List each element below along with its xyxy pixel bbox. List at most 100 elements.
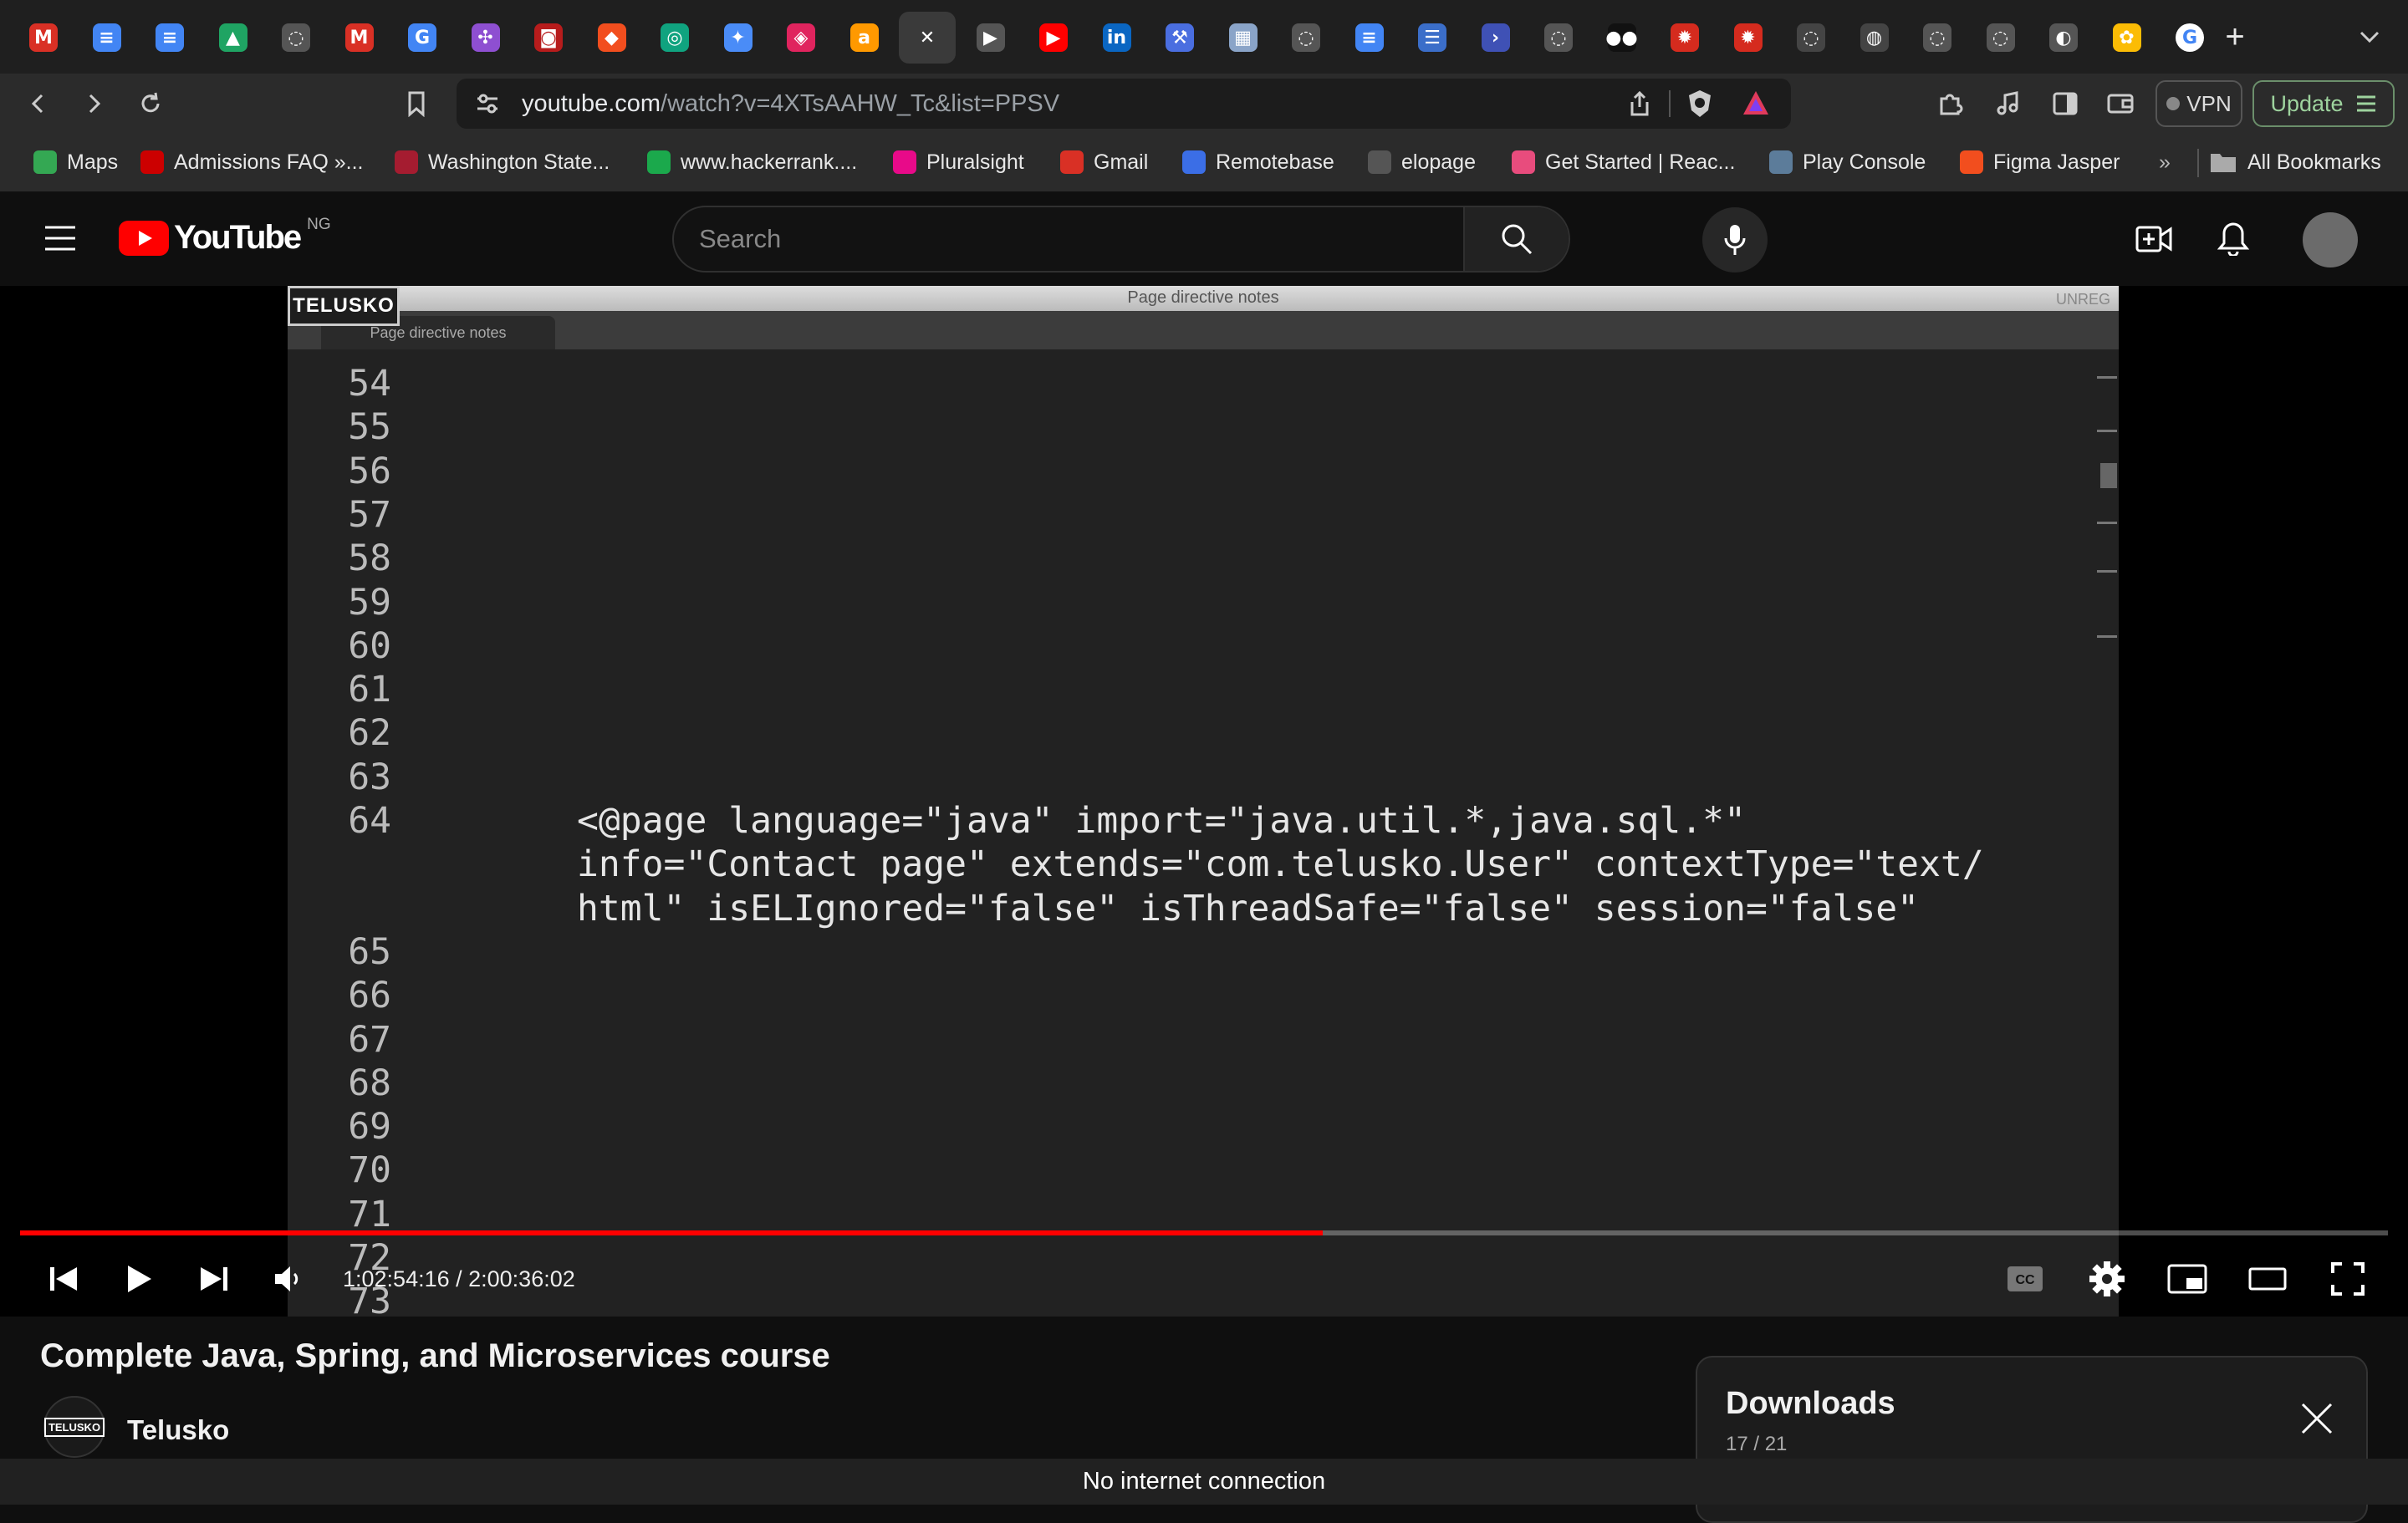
tab[interactable]: ✹ [1720,12,1777,64]
tab[interactable]: › [1467,12,1524,64]
tab[interactable]: G [394,12,451,64]
bookmark-item[interactable]: Get Started | Reac... [1512,145,1735,179]
photos-icon: ✿ [2112,23,2141,52]
tab[interactable]: ✿ [2099,12,2155,64]
tab[interactable]: ◌ [1783,12,1839,64]
openai-icon: ◌ [1923,23,1951,52]
site-settings-icon[interactable] [475,92,500,115]
tab[interactable]: ▶ [1025,12,1082,64]
captions-button[interactable]: CC [2000,1254,2050,1304]
video-player[interactable]: Page directive notes UNREG Page directiv… [0,286,2408,1317]
previous-button[interactable] [38,1254,89,1304]
brave-rewards-icon[interactable] [1741,89,1771,117]
youtube-logo[interactable]: YouTube NG [119,216,331,257]
wallet-icon[interactable] [2100,84,2140,124]
video-frame[interactable]: Page directive notes UNREG Page directiv… [288,286,2119,1317]
new-tab-button[interactable]: + [2214,17,2256,59]
bookmarks-overflow-button[interactable]: » [2159,145,2171,179]
tab[interactable]: ◌ [1530,12,1587,64]
channel-avatar[interactable]: TELUSKO [43,1396,105,1458]
bookmark-item[interactable]: Gmail [1060,145,1148,179]
tab[interactable]: in [1089,12,1145,64]
tab[interactable]: ✹ [1656,12,1713,64]
bookmark-item[interactable]: Pluralsight [893,145,1024,179]
google-icon: G [2176,23,2204,52]
mute-button[interactable] [264,1254,314,1304]
reload-icon[interactable] [130,84,171,124]
minimap-mark [2097,430,2117,432]
create-video-icon[interactable] [2135,224,2172,254]
tab[interactable]: ◙ [520,12,577,64]
update-button[interactable]: Update [2252,80,2395,127]
tab[interactable]: ◌ [1909,12,1966,64]
all-bookmarks-button[interactable]: All Bookmarks [2209,145,2381,179]
bookmark-item[interactable]: www.hackerrank.... [647,145,857,179]
tab-active[interactable]: ✕ [899,12,956,64]
tab[interactable]: ⚒ [1151,12,1208,64]
bookmark-item[interactable]: Figma Jasper [1960,145,2120,179]
avatar[interactable] [2303,212,2358,267]
tab[interactable]: ◌ [268,12,324,64]
search-button[interactable] [1463,207,1569,271]
channel-name[interactable]: Telusko [127,1414,229,1446]
media-icon[interactable] [1988,84,2028,124]
tab[interactable]: ≡ [79,12,135,64]
share-icon[interactable] [1627,90,1652,117]
tab[interactable]: ◐ [2035,12,2092,64]
bookmark-icon[interactable] [396,84,436,124]
address-bar[interactable]: youtube.com/watch?v=4XTsAAHW_Tc&list=PPS… [457,79,1791,129]
bookmark-item[interactable]: Remotebase [1182,145,1334,179]
tools-icon: ⚒ [1166,23,1194,52]
voice-search-button[interactable] [1702,207,1768,273]
chevron-down-icon[interactable] [2353,20,2386,53]
tab[interactable]: ☰ [1404,12,1461,64]
bookmark-item[interactable]: Play Console [1769,145,1926,179]
notifications-bell-icon[interactable] [2217,221,2249,256]
drive-icon: ▲ [218,23,247,52]
bookmark-item[interactable]: Maps [33,145,118,179]
miniplayer-button[interactable] [2162,1254,2212,1304]
tab[interactable]: M [331,12,388,64]
tab[interactable]: ▲ [205,12,262,64]
bookmark-item[interactable]: Admissions FAQ »... [140,145,363,179]
tab[interactable]: ▦ [1215,12,1272,64]
downloads-title: Downloads [1726,1386,1895,1421]
bookmark-favicon-icon [1960,150,1983,174]
tab[interactable]: ◎ [646,12,703,64]
tab[interactable]: ◌ [1278,12,1334,64]
vpn-status-icon [2166,97,2181,110]
tab[interactable]: ◍ [1846,12,1903,64]
settings-button[interactable] [2082,1254,2132,1304]
maple-leaf-icon: ✹ [1671,23,1699,52]
hamburger-menu-icon[interactable] [43,224,77,252]
tab[interactable]: ◆ [584,12,640,64]
vpn-button[interactable]: VPN [2155,80,2242,127]
tab[interactable]: ▶ [962,12,1019,64]
back-icon[interactable] [18,84,59,124]
next-button[interactable] [189,1254,239,1304]
forward-icon[interactable] [74,84,114,124]
sidebar-icon[interactable] [2045,84,2085,124]
tab[interactable]: ●● [1594,12,1650,64]
extensions-icon[interactable] [1930,84,1970,124]
vpn-label: VPN [2186,90,2232,116]
tab[interactable]: ≡ [1341,12,1398,64]
fullscreen-button[interactable] [2323,1254,2373,1304]
bookmark-item[interactable]: elopage [1368,145,1476,179]
theater-mode-button[interactable] [2242,1254,2293,1304]
play-button[interactable] [114,1254,164,1304]
tab[interactable]: ✣ [457,12,514,64]
tab[interactable]: ≡ [141,12,198,64]
tab[interactable]: G [2161,12,2218,64]
close-icon[interactable] [2298,1399,2336,1438]
tab[interactable]: a [836,12,893,64]
search-input[interactable] [699,222,1385,256]
tab[interactable]: M [15,12,72,64]
tab[interactable]: ◈ [773,12,829,64]
tab[interactable]: ◌ [1972,12,2029,64]
tab[interactable]: ✦ [710,12,767,64]
brave-shield-icon[interactable] [1686,89,1714,119]
progress-bar[interactable] [20,1230,2388,1235]
bookmark-item[interactable]: Washington State... [395,145,610,179]
line-number: 66 [348,975,391,1017]
